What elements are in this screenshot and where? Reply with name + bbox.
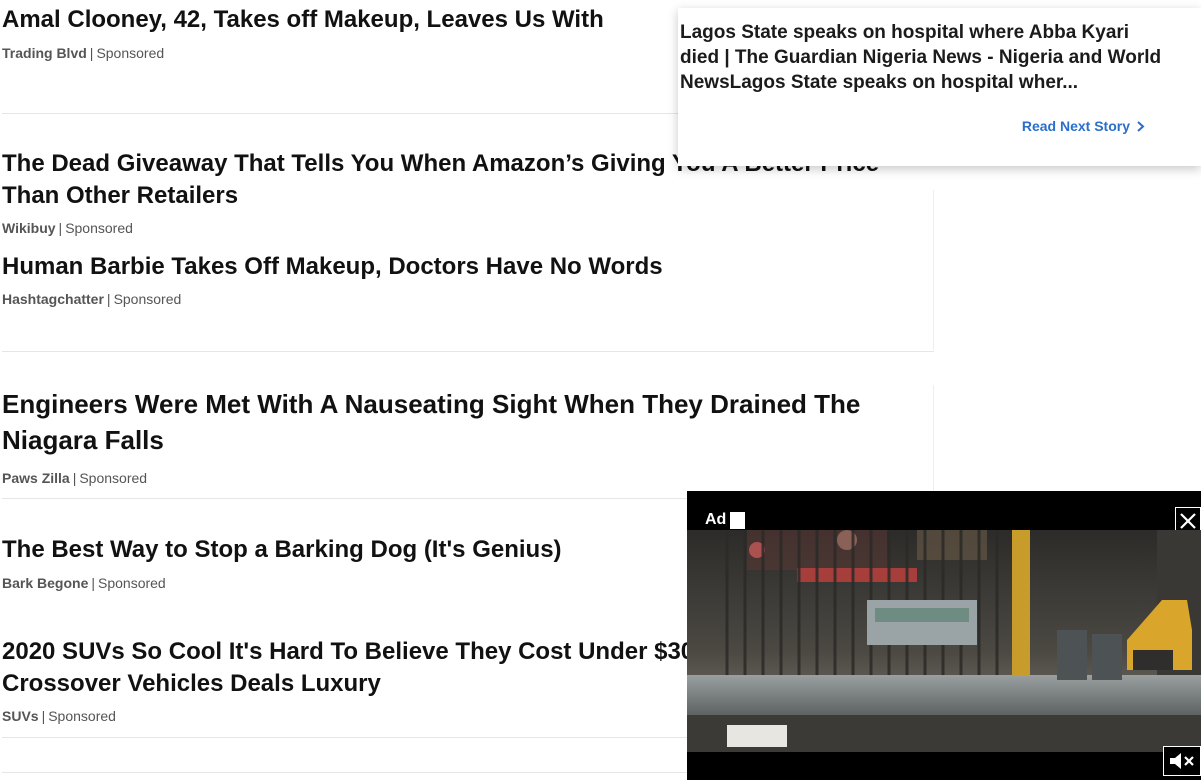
meta-separator: | [106, 291, 111, 307]
article-title[interactable]: The Best Way to Stop a Barking Dog (It's… [2, 534, 682, 566]
sponsored-label: Sponsored [113, 291, 182, 307]
meta-separator: | [72, 470, 77, 486]
article-source: SUVs [2, 708, 39, 724]
meta-separator: | [58, 220, 63, 236]
article-source: Trading Blvd [2, 45, 87, 61]
mute-toggle-button[interactable] [1163, 746, 1201, 776]
ad-label: Ad [705, 511, 746, 529]
meta-separator: | [91, 575, 95, 591]
video-ad-player[interactable]: Ad [687, 491, 1201, 780]
speaker-muted-icon [1170, 753, 1194, 769]
article-source: Bark Begone [2, 575, 89, 591]
ad-info-icon[interactable] [730, 511, 746, 529]
divider [2, 113, 678, 114]
sponsored-label: Sponsored [79, 470, 148, 486]
article-meta: Wikibuy | Sponsored [2, 220, 902, 236]
meta-separator: | [41, 708, 46, 724]
divider [2, 498, 692, 499]
article-meta: Trading Blvd | Sponsored [2, 45, 682, 61]
sponsored-label: Sponsored [48, 708, 116, 724]
video-scene [687, 530, 1201, 752]
article-title[interactable]: 2020 SUVs So Cool It's Hard To Believe T… [2, 636, 722, 700]
article-card[interactable]: Amal Clooney, 42, Takes off Makeup, Leav… [2, 4, 682, 61]
divider [2, 351, 934, 352]
article-title[interactable]: Amal Clooney, 42, Takes off Makeup, Leav… [2, 4, 682, 36]
column-border [933, 385, 934, 491]
article-title[interactable]: Human Barbie Takes Off Makeup, Doctors H… [2, 251, 902, 283]
read-next-story-label: Read Next Story [1021, 118, 1130, 134]
column-border [933, 190, 934, 350]
divider [2, 772, 692, 773]
article-card[interactable]: Human Barbie Takes Off Makeup, Doctors H… [2, 251, 902, 307]
article-title[interactable]: Engineers Were Met With A Nauseating Sig… [2, 386, 912, 458]
close-icon [1180, 513, 1196, 529]
article-card[interactable]: Engineers Were Met With A Nauseating Sig… [2, 386, 912, 486]
sponsored-label: Sponsored [65, 220, 133, 236]
chevron-right-icon [1137, 120, 1145, 132]
article-source: Hashtagchatter [2, 291, 104, 307]
article-source: Wikibuy [2, 220, 56, 236]
sponsored-label: Sponsored [96, 45, 165, 61]
read-next-story-link[interactable]: Read Next Story [1022, 118, 1145, 134]
meta-separator: | [89, 45, 94, 61]
sponsored-label: Sponsored [98, 575, 166, 591]
article-meta: Bark Begone | Sponsored [2, 575, 682, 591]
next-story-title[interactable]: Lagos State speaks on hospital where Abb… [680, 20, 1173, 95]
divider [2, 737, 692, 738]
article-meta: Paws Zilla | Sponsored [2, 470, 912, 486]
video-frame[interactable] [687, 530, 1201, 752]
read-next-card[interactable]: Lagos State speaks on hospital where Abb… [678, 8, 1201, 166]
ad-label-text: Ad [705, 511, 727, 528]
article-card[interactable]: The Best Way to Stop a Barking Dog (It's… [2, 534, 682, 591]
article-source: Paws Zilla [2, 470, 70, 486]
page: Amal Clooney, 42, Takes off Makeup, Leav… [0, 0, 1201, 780]
article-meta: Hashtagchatter | Sponsored [2, 291, 902, 307]
